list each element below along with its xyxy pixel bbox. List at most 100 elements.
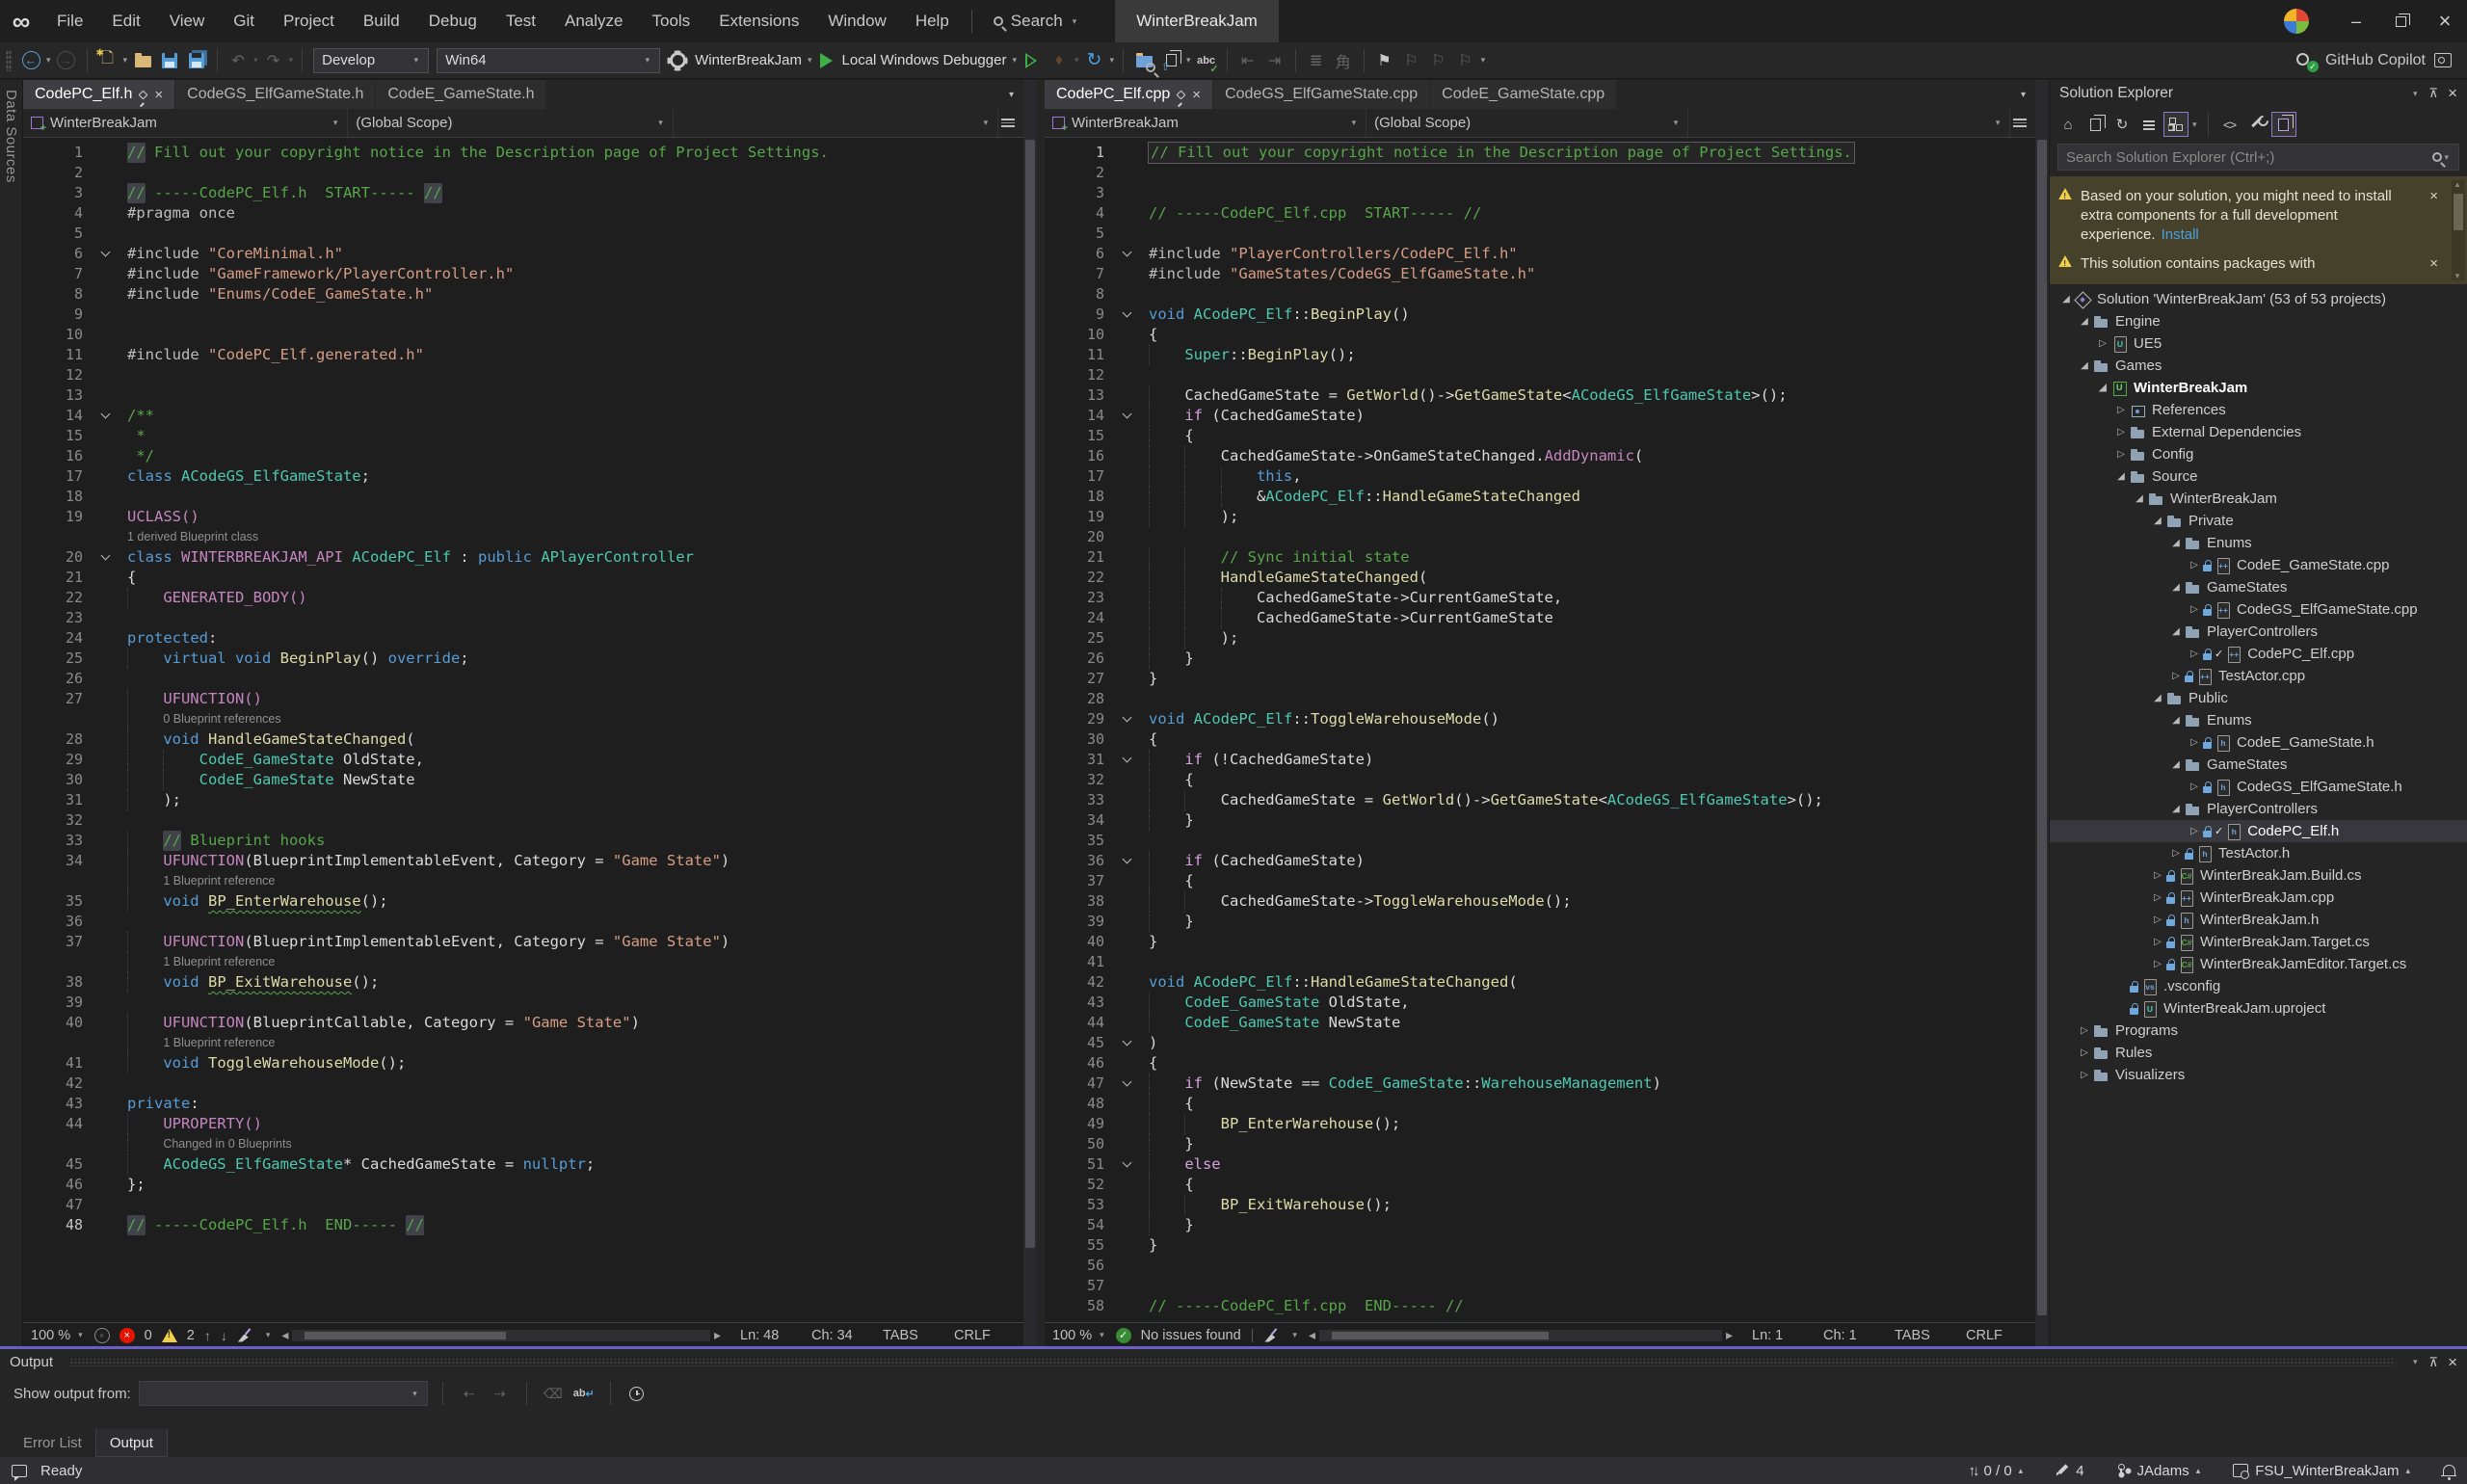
tree-item-winterbreakjam[interactable]: ◢WinterBreakJam <box>2050 488 2467 510</box>
code-line[interactable]: 45) <box>1045 1033 2035 1053</box>
code-line[interactable]: 34} <box>1045 810 2035 831</box>
code-line[interactable]: 10{ <box>1045 325 2035 345</box>
code-line[interactable]: 30CodeE_GameState NewState <box>23 770 1023 790</box>
code-line[interactable]: 13 <box>23 385 1023 406</box>
collapse-arrow-icon[interactable]: ◢ <box>2112 471 2130 482</box>
view-code-icon[interactable]: <> <box>2217 112 2242 137</box>
menu-item-extensions[interactable]: Extensions <box>704 0 813 42</box>
zoom-dropdown[interactable]: 100 %▾ <box>1052 1328 1106 1343</box>
code-line[interactable]: 48{ <box>1045 1094 2035 1114</box>
expand-arrow-icon[interactable]: ▷ <box>2112 427 2130 437</box>
error-count-icon[interactable]: × <box>119 1328 135 1343</box>
code-line[interactable]: 1// Fill out your copyright notice in th… <box>1045 143 2035 163</box>
tree-item-references[interactable]: ▷References <box>2050 399 2467 421</box>
tree-item-private[interactable]: ◢Private <box>2050 510 2467 532</box>
data-sources-tab[interactable]: Data Sources <box>0 80 22 193</box>
tree-item-engine[interactable]: ◢Engine <box>2050 310 2467 332</box>
code-line[interactable]: 41 <box>1045 952 2035 972</box>
git-sync-status[interactable]: ↑↓0 / 0▴ <box>1968 1463 2023 1479</box>
collapse-arrow-icon[interactable]: ◢ <box>2131 493 2148 504</box>
expand-arrow-icon[interactable]: ▷ <box>2149 914 2166 925</box>
zoom-dropdown[interactable]: 100 %▾ <box>31 1328 85 1343</box>
code-line[interactable]: 24protected: <box>23 628 1023 649</box>
code-line[interactable]: 12 <box>23 365 1023 385</box>
hot-reload-button[interactable]: ♦ <box>1048 49 1071 72</box>
code-line[interactable]: 6#include "CoreMinimal.h" <box>23 244 1023 264</box>
tree-item-visualizers[interactable]: ▷Visualizers <box>2050 1064 2467 1086</box>
code-line[interactable]: 11#include "CodePC_Elf.generated.h" <box>23 345 1023 365</box>
properties-wrench-icon[interactable] <box>2244 112 2269 137</box>
code-line[interactable]: 14/** <box>23 406 1023 426</box>
send-feedback-icon[interactable] <box>2434 53 2452 67</box>
fold-chevron-icon[interactable] <box>1122 1158 1131 1168</box>
tree-item-rules[interactable]: ▷Rules <box>2050 1042 2467 1064</box>
previous-bookmark-button[interactable]: ⚐ <box>1400 49 1423 72</box>
start-debugging-icon[interactable] <box>820 53 833 68</box>
dismiss-notification-icon[interactable]: × <box>2427 254 2440 274</box>
code-line[interactable]: 33// Blueprint hooks <box>23 831 1023 851</box>
eol-indicator[interactable]: CRLF <box>944 1328 1016 1343</box>
preview-selected-items-icon[interactable] <box>2271 112 2296 137</box>
code-line[interactable]: 40UFUNCTION(BlueprintCallable, Category … <box>23 1013 1023 1033</box>
horizontal-scrollbar[interactable]: ◂ ▸ <box>281 1327 721 1343</box>
collapse-arrow-icon[interactable]: ◢ <box>2167 538 2185 548</box>
tree-item-codegs_elfgamestate.h[interactable]: ▷hCodeGS_ElfGameState.h <box>2050 776 2467 798</box>
line-indicator[interactable]: Ln: 48 <box>730 1328 802 1343</box>
code-line[interactable]: 16 */ <box>23 446 1023 466</box>
goto-next-message-icon[interactable]: ⇢ <box>489 1382 512 1405</box>
pin-icon[interactable]: ⊼ <box>2429 86 2439 101</box>
close-icon[interactable]: × <box>2448 1353 2457 1372</box>
code-line[interactable]: 37UFUNCTION(BlueprintImplementableEvent,… <box>23 932 1023 952</box>
git-repo-selector[interactable]: FSU_WinterBreakJam▴ <box>2233 1463 2410 1479</box>
code-line[interactable]: 51else <box>1045 1154 2035 1175</box>
expand-arrow-icon[interactable]: ▷ <box>2149 937 2166 947</box>
code-line[interactable]: 32{ <box>1045 770 2035 790</box>
tree-item-winterbreakjam.target.cs[interactable]: ▷C#WinterBreakJam.Target.cs <box>2050 931 2467 953</box>
code-line[interactable]: 43CodeE_GameState OldState, <box>1045 993 2035 1013</box>
filter-dropdown-icon[interactable]: ▾ <box>2192 119 2197 130</box>
tabs-indicator[interactable]: TABS <box>873 1328 944 1343</box>
document-tab-CodeE_GameState.cpp[interactable]: CodeE_GameState.cpp <box>1430 80 1616 109</box>
column-indicator[interactable]: Ch: 1 <box>1814 1328 1885 1343</box>
code-line[interactable]: 46{ <box>1045 1053 2035 1073</box>
expand-arrow-icon[interactable]: ▷ <box>2112 405 2130 415</box>
navigate-back-button[interactable]: ← <box>19 49 42 72</box>
tree-item-enums[interactable]: ◢Enums <box>2050 709 2467 731</box>
code-line[interactable]: 36if (CachedGameState) <box>1045 851 2035 871</box>
fold-chevron-icon[interactable] <box>100 248 110 257</box>
code-line[interactable]: 49BP_EnterWarehouse(); <box>1045 1114 2035 1134</box>
code-line[interactable]: 9void ACodePC_Elf::BeginPlay() <box>1045 305 2035 325</box>
code-line[interactable]: 17class ACodeGS_ElfGameState; <box>23 466 1023 487</box>
code-line[interactable]: 28 <box>1045 689 2035 709</box>
solution-platform-dropdown[interactable]: Win64▾ <box>437 48 660 73</box>
next-bookmark-button[interactable]: ⚐ <box>1427 49 1450 72</box>
expand-arrow-icon[interactable]: ▷ <box>2186 649 2203 659</box>
code-line[interactable]: 28void HandleGameStateChanged( <box>23 729 1023 750</box>
fold-chevron-icon[interactable] <box>1122 308 1131 318</box>
menu-item-project[interactable]: Project <box>269 0 349 42</box>
expand-arrow-icon[interactable]: ▷ <box>2186 737 2203 748</box>
show-timestamps-icon[interactable] <box>625 1382 649 1405</box>
code-line[interactable]: 19); <box>1045 507 2035 527</box>
comment-button[interactable]: ≣ <box>1305 49 1328 72</box>
tree-item-gamestates[interactable]: ◢GameStates <box>2050 754 2467 776</box>
tree-item-gamestates[interactable]: ◢GameStates <box>2050 576 2467 598</box>
code-line[interactable]: 7#include "GameStates/CodeGS_ElfGameStat… <box>1045 264 2035 284</box>
code-line[interactable]: 42void ACodePC_Elf::HandleGameStateChang… <box>1045 972 2035 993</box>
fold-chevron-icon[interactable] <box>100 551 110 561</box>
document-tab-CodeE_GameState.h[interactable]: CodeE_GameState.h <box>376 80 545 109</box>
editor-splitter[interactable] <box>1037 80 1045 1346</box>
expand-arrow-icon[interactable]: ▷ <box>2186 826 2203 836</box>
code-line[interactable]: 6#include "PlayerControllers/CodePC_Elf.… <box>1045 244 2035 264</box>
breadcrumb-scope-dropdown[interactable]: (Global Scope)▾ <box>1366 109 1688 137</box>
code-line[interactable]: 47if (NewState == CodeE_GameState::Wareh… <box>1045 1073 2035 1094</box>
code-line[interactable]: 8#include "Enums/CodeE_GameState.h" <box>23 284 1023 305</box>
dismiss-notification-icon[interactable]: × <box>2427 187 2440 206</box>
code-line[interactable]: 22HandleGameStateChanged( <box>1045 568 2035 588</box>
breadcrumb-member-dropdown[interactable]: ▾ <box>1688 109 2010 137</box>
split-window-icon[interactable] <box>998 109 1023 137</box>
tree-item-winterbreakjam.uproject[interactable]: UWinterBreakJam.uproject <box>2050 997 2467 1020</box>
code-line[interactable]: 20 <box>1045 527 2035 547</box>
code-line[interactable]: 46}; <box>23 1175 1023 1195</box>
code-line[interactable]: 29void ACodePC_Elf::ToggleWarehouseMode(… <box>1045 709 2035 729</box>
